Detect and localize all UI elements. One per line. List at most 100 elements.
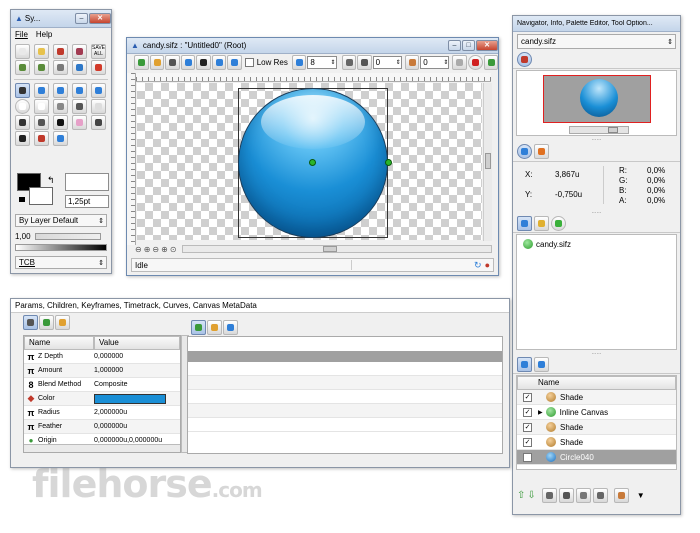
history-tab-icon[interactable]	[534, 216, 550, 231]
minimize-button[interactable]: –	[448, 40, 461, 51]
param-value[interactable]: 0,000000u	[94, 423, 127, 430]
param-value[interactable]: 1,000000	[94, 367, 123, 374]
keyframes-tab-icon[interactable]	[55, 314, 70, 330]
expander-icon[interactable]: ▶	[538, 409, 543, 416]
circle-tool-icon[interactable]	[15, 99, 30, 114]
timetrack-tab-icon[interactable]	[191, 319, 206, 335]
animate-mode-icon[interactable]	[134, 54, 149, 70]
maximize-button[interactable]: □	[462, 40, 475, 51]
zoom-fit-icon[interactable]: ⊖	[152, 245, 159, 254]
stop-icon[interactable]: ●	[485, 260, 490, 270]
minimize-button[interactable]: –	[75, 13, 88, 24]
fill-color-swatch[interactable]	[29, 187, 53, 205]
zoom-in-icon[interactable]: ⊕	[144, 245, 151, 254]
undo-icon[interactable]	[15, 60, 30, 75]
layer-row[interactable]: ✓ Shade	[517, 435, 676, 450]
save-as-icon[interactable]	[72, 44, 87, 59]
draw-tool-icon[interactable]	[34, 115, 49, 130]
fill-tool-icon[interactable]	[91, 115, 106, 130]
mirror-tool-icon[interactable]	[91, 83, 106, 98]
lower-layer-icon[interactable]: ⇩	[527, 490, 535, 501]
palette-tab-icon[interactable]	[534, 144, 550, 159]
navigator-slider-thumb[interactable]	[608, 127, 618, 133]
param-row[interactable]: π Feather 0,000000u	[24, 420, 180, 434]
past-onion-spin[interactable]: 0 ⇕	[372, 55, 402, 69]
canvas-vscroll[interactable]	[483, 83, 492, 241]
smooth-move-tool-icon[interactable]	[34, 83, 49, 98]
transform-tool-icon[interactable]	[15, 83, 30, 98]
param-row[interactable]: π Radius 2,000000u	[24, 406, 180, 420]
width-tool-icon[interactable]	[72, 115, 87, 130]
bline-width-select[interactable]: TCB ⇕	[15, 256, 107, 269]
gradient-tool-icon[interactable]	[72, 99, 87, 114]
save-all-button[interactable]: SAVE ALL	[91, 44, 106, 59]
zoom-100-icon[interactable]: ⊙	[170, 245, 177, 254]
params-tab-icon[interactable]	[23, 314, 38, 330]
tool-options-tab-icon[interactable]	[517, 216, 532, 231]
params-hscroll[interactable]	[24, 444, 180, 452]
duplicate-layer-icon[interactable]	[541, 487, 557, 503]
navigator-tab-icon[interactable]	[517, 52, 532, 67]
canvas-select[interactable]: candy.sifz ⇕	[517, 34, 676, 49]
close-button[interactable]: ✕	[476, 40, 498, 51]
param-value[interactable]: 0,000000u,0,000000u	[94, 437, 162, 444]
canvas-browser-tab-icon[interactable]	[551, 216, 567, 231]
polygon-tool-icon[interactable]	[91, 99, 106, 114]
setup-icon[interactable]	[53, 60, 68, 75]
layers-tab-icon[interactable]	[517, 357, 532, 372]
stop-render-icon[interactable]	[452, 54, 467, 70]
layer-row[interactable]: ✓ Shade	[517, 390, 676, 405]
canvas-workarea[interactable]	[137, 83, 482, 240]
layer-row[interactable]: ✓ Shade	[517, 420, 676, 435]
text-tool-icon[interactable]	[15, 131, 30, 146]
layer-visibility-checkbox[interactable]: ✓	[523, 422, 532, 432]
param-row[interactable]: ◆ Color	[24, 392, 180, 406]
param-row[interactable]: πZ Depth 0,000000	[24, 350, 180, 364]
layer-row[interactable]: ✓ ▶ Inline Canvas	[517, 405, 676, 420]
blend-method-select[interactable]: By Layer Default ⇕	[15, 214, 107, 227]
snap-icon[interactable]	[196, 54, 211, 70]
layer-visibility-checkbox[interactable]: ✓	[523, 437, 532, 447]
value-column-header[interactable]: Value	[94, 336, 180, 350]
metadata-tab-icon[interactable]	[223, 319, 238, 335]
param-value[interactable]: 2,000000u	[94, 409, 127, 416]
zoom-tool-icon[interactable]	[53, 131, 68, 146]
layer-row-selected[interactable]: ✓ Circle040	[517, 450, 676, 465]
hscroll-thumb[interactable]	[322, 246, 337, 252]
param-row[interactable]: π Amount 1,000000	[24, 364, 180, 378]
param-row[interactable]: 8 Blend Method Composite	[24, 378, 180, 392]
swap-colors-icon[interactable]: ↰	[47, 175, 55, 186]
name-column-header[interactable]: Name	[24, 336, 94, 350]
layer-visibility-checkbox[interactable]: ✓	[523, 407, 532, 417]
refresh-icon[interactable]: ↻	[474, 260, 482, 271]
render-icon[interactable]	[227, 54, 242, 70]
encapsulate-icon[interactable]	[558, 487, 574, 503]
rectangle-tool-icon[interactable]	[34, 99, 49, 114]
rotate-tool-icon[interactable]	[72, 83, 87, 98]
color-value-swatch[interactable]	[94, 393, 166, 404]
raise-layer-icon[interactable]: ⇧	[517, 490, 525, 501]
navigator-zoom-slider[interactable]	[569, 126, 629, 134]
zoom-quality-spin[interactable]: 8 ⇕	[307, 55, 337, 69]
layer-visibility-checkbox[interactable]: ✓	[523, 452, 532, 462]
record-icon[interactable]	[467, 54, 483, 70]
origin-duck[interactable]	[309, 159, 316, 166]
low-res-checkbox[interactable]	[244, 57, 254, 67]
sketch-tool-icon[interactable]	[34, 131, 49, 146]
navigator-viewport[interactable]	[543, 75, 651, 123]
amount-slider[interactable]	[34, 232, 101, 240]
preview-play-icon[interactable]	[483, 54, 499, 70]
canvas-hscroll[interactable]	[181, 245, 492, 253]
children-tab-icon[interactable]	[39, 314, 54, 330]
info-tab-icon[interactable]	[517, 144, 532, 159]
show-grid-icon[interactable]	[180, 54, 196, 70]
save-icon[interactable]	[53, 44, 68, 59]
spline-tool-icon[interactable]	[15, 115, 30, 130]
new-file-icon[interactable]	[15, 44, 30, 59]
about-icon[interactable]	[72, 60, 87, 75]
open-file-icon[interactable]	[34, 44, 49, 59]
close-button[interactable]: ✕	[89, 13, 111, 24]
width-field[interactable]: 1,25pt	[65, 195, 109, 208]
scale-tool-icon[interactable]	[53, 83, 68, 98]
layers-name-header[interactable]: Name	[517, 376, 676, 390]
